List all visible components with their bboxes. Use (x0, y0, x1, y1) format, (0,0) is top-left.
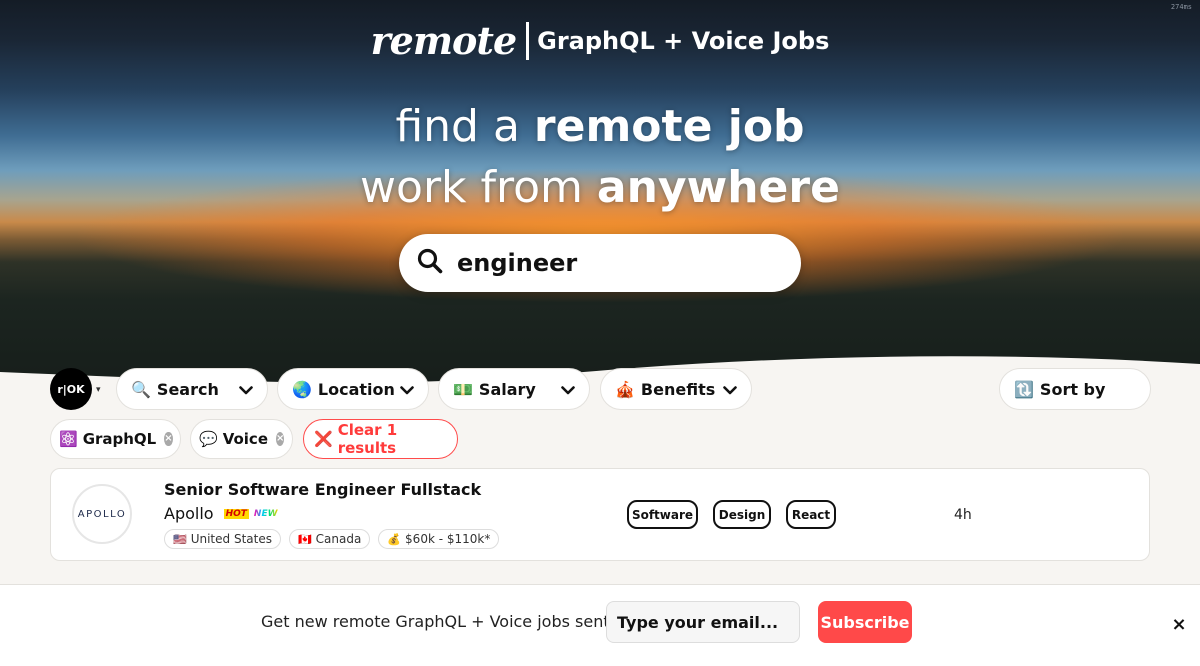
filter-salary-label: Salary (478, 379, 536, 399)
clear-results-button[interactable]: ❌ Clear 1 results (303, 419, 458, 459)
sort-by-label: Sort by (1039, 379, 1106, 399)
hero-headline-line-1: find a remote job (0, 105, 1200, 149)
render-time-label: 274ms (1170, 3, 1192, 11)
active-tag-voice[interactable]: 💬 Voice × (190, 419, 293, 459)
search-icon (417, 248, 443, 278)
atom-icon: ⚛️ (59, 430, 78, 448)
chevron-down-icon (400, 380, 414, 399)
location-chip[interactable]: 🇺🇸 United States (164, 529, 281, 549)
filter-location-label: Location (317, 379, 395, 399)
chevron-down-icon (723, 380, 737, 399)
filter-salary[interactable]: 💵 Salary (438, 368, 590, 410)
remove-tag-icon[interactable]: × (276, 432, 285, 446)
subscribe-button[interactable]: Subscribe (818, 601, 912, 643)
subscribe-bar: Get new remote GraphQL + Voice jobs sent… (0, 584, 1200, 666)
canada-flag-icon: 🇨🇦 (297, 532, 312, 546)
email-field[interactable] (606, 601, 800, 643)
remote-logo[interactable]: remote (371, 22, 517, 60)
job-listing-card[interactable]: APOLLO Senior Software Engineer Fullstac… (50, 468, 1150, 561)
hero-line-1-bold: remote job (533, 101, 805, 152)
clear-results-label: Clear 1 results (337, 421, 398, 457)
location-label: Canada (315, 532, 362, 546)
skill-tag-software[interactable]: Software (627, 500, 698, 529)
remove-tag-icon[interactable]: × (164, 432, 173, 446)
company-logo-text: APOLLO (77, 508, 127, 520)
search-input[interactable] (457, 249, 757, 277)
sort-by-select[interactable]: 🔃 Sort by (999, 368, 1151, 410)
location-chip[interactable]: 🇨🇦 Canada (288, 529, 371, 549)
close-icon[interactable]: × (1171, 615, 1187, 635)
user-avatar[interactable]: r|OK (50, 368, 92, 410)
hero-search-box[interactable] (399, 234, 801, 292)
sort-icon: 🔃 (1014, 379, 1034, 399)
chevron-down-icon (239, 380, 253, 399)
page-title: GraphQL + Voice Jobs (537, 27, 830, 55)
subscribe-text: Get new remote GraphQL + Voice jobs sent… (261, 612, 631, 631)
job-title[interactable]: Senior Software Engineer Fullstack (164, 480, 481, 499)
job-company-row: Apollo HOT NEW (164, 504, 278, 523)
job-meta-chips: 🇺🇸 United States 🇨🇦 Canada 💰 $60k - $110… (164, 529, 507, 549)
filter-benefits[interactable]: 🎪 Benefits (600, 368, 752, 410)
filter-search[interactable]: 🔍 Search (116, 368, 268, 410)
active-tag-graphql[interactable]: ⚛️ GraphQL × (50, 419, 181, 459)
filter-benefits-label: Benefits (640, 379, 716, 399)
job-posted-age: 4h (954, 507, 972, 523)
money-bag-icon: 💰 (387, 532, 402, 546)
hero-line-1-light: find a (395, 101, 534, 152)
cross-mark-icon: ❌ (314, 430, 333, 448)
speech-bubble-icon: 💬 (199, 430, 218, 448)
filter-search-label: Search (156, 379, 219, 399)
chevron-down-icon (561, 380, 575, 399)
brand-header: remote GraphQL + Voice Jobs (0, 22, 1200, 60)
skill-tag-design[interactable]: Design (713, 500, 771, 529)
location-label: United States (190, 532, 272, 546)
salary-label: $60k - $110k* (405, 532, 491, 546)
money-icon: 💵 (453, 379, 473, 399)
avatar-menu-dot[interactable]: ▾ (96, 385, 104, 395)
globe-icon: 🌏 (292, 379, 312, 399)
filter-location[interactable]: 🌏 Location (277, 368, 429, 410)
salary-chip[interactable]: 💰 $60k - $110k* (378, 529, 500, 549)
skill-tag-react[interactable]: React (786, 500, 836, 529)
hot-badge: HOT (223, 508, 249, 519)
hero-headline-line-2: work from anywhere (0, 166, 1200, 210)
circus-tent-icon: 🎪 (615, 379, 635, 399)
brand-divider (526, 22, 530, 60)
hero-line-2-light: work from (360, 162, 597, 213)
tag-graphql-label: GraphQL (82, 430, 157, 448)
company-logo: APOLLO (72, 484, 132, 544)
new-badge: NEW (253, 508, 278, 519)
hero-line-2-bold: anywhere (596, 162, 840, 213)
hero-banner: 274ms remote GraphQL + Voice Jobs find a… (0, 0, 1200, 430)
company-name[interactable]: Apollo (164, 504, 214, 523)
magnifier-icon: 🔍 (131, 379, 151, 399)
tag-voice-label: Voice (222, 430, 268, 448)
us-flag-icon: 🇺🇸 (173, 532, 187, 546)
